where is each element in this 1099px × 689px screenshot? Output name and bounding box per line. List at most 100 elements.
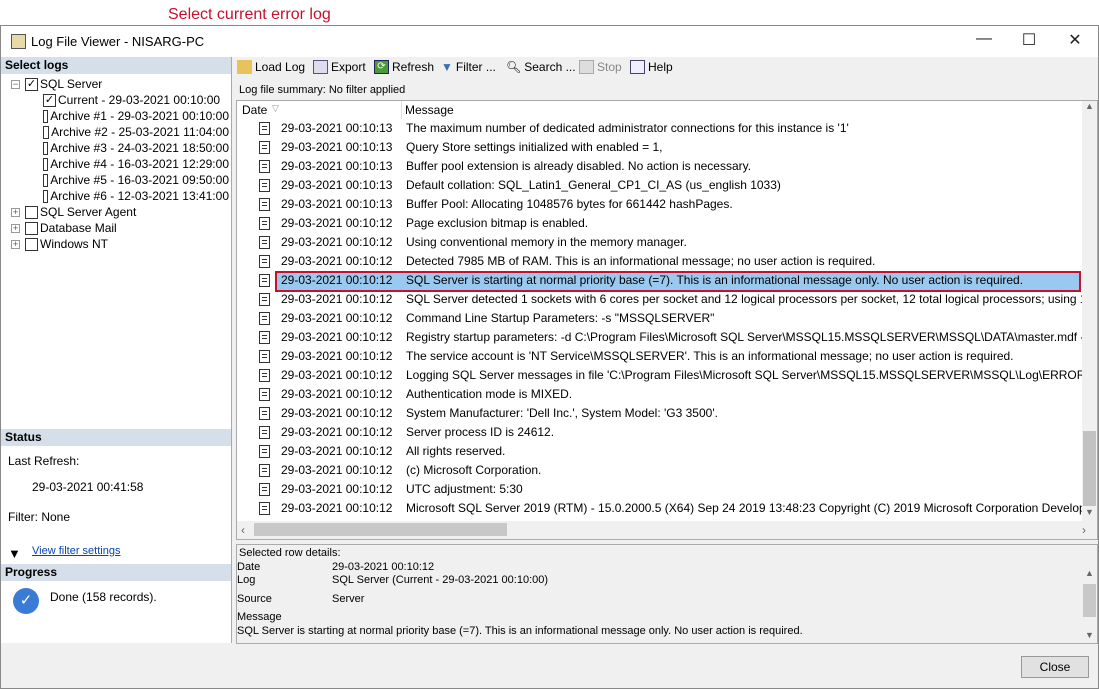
tree-node-archive[interactable]: Archive #5 - 16-03-2021 09:50:00 xyxy=(11,172,229,188)
last-refresh-label: Last Refresh: xyxy=(8,454,80,468)
log-entry-icon xyxy=(259,464,270,477)
log-row[interactable]: 29-03-2021 00:10:13 Default collation: SQ… xyxy=(237,176,1082,195)
detail-message-label: Message xyxy=(237,611,282,623)
checkbox[interactable]: ✓ xyxy=(25,77,38,91)
expand-icon[interactable]: + xyxy=(11,207,20,217)
status-header: Status xyxy=(1,429,231,446)
log-entry-icon xyxy=(259,198,270,211)
stop-icon xyxy=(579,60,594,74)
tree-node[interactable]: + SQL Server Agent xyxy=(11,204,229,220)
log-entry-icon xyxy=(259,141,270,154)
refresh-button[interactable]: ⟳ Refresh xyxy=(374,60,434,74)
load-log-button[interactable]: Load Log xyxy=(237,60,305,74)
export-button[interactable]: Export xyxy=(313,60,366,74)
checkbox[interactable] xyxy=(25,237,38,251)
checkbox[interactable] xyxy=(43,125,50,139)
log-row[interactable]: 29-03-2021 00:10:12 UTC adjustment: 5:30 xyxy=(237,480,1082,499)
log-entry-icon xyxy=(259,350,270,363)
vertical-scroll-thumb[interactable] xyxy=(1083,431,1096,506)
log-entry-icon xyxy=(259,502,270,515)
search-button[interactable]: 🔍︎ Search ... xyxy=(506,60,576,74)
vertical-scrollbar[interactable]: ▲ ▼ xyxy=(1082,101,1097,521)
last-refresh-value: 29-03-2021 00:41:58 xyxy=(32,480,144,494)
log-entry-icon xyxy=(259,293,270,306)
log-grid: Date ▽ Message 29-03-2021 00:10:13 The ma… xyxy=(236,100,1098,540)
log-row[interactable]: 29-03-2021 00:10:13 Query Store settings … xyxy=(237,138,1082,157)
log-entry-icon xyxy=(259,388,270,401)
checkbox[interactable] xyxy=(25,205,38,219)
checkbox[interactable] xyxy=(43,109,49,123)
log-row[interactable]: 29-03-2021 00:10:12 Page exclusion bitmap… xyxy=(237,214,1082,233)
close-window-button[interactable]: ✕ xyxy=(1060,30,1090,50)
tree-node-archive[interactable]: ✓ Current - 29-03-2021 00:10:00 xyxy=(11,92,229,108)
log-row[interactable]: 29-03-2021 00:10:12 All rights reserved. xyxy=(237,442,1082,461)
log-row[interactable]: 29-03-2021 00:10:12 Detected 7985 MB of R… xyxy=(237,252,1082,271)
collapse-icon[interactable]: − xyxy=(11,79,20,89)
selected-row-highlight-box xyxy=(275,271,1081,292)
log-row[interactable]: 29-03-2021 00:10:13 Buffer Pool: Allocati… xyxy=(237,195,1082,214)
search-icon: 🔍︎ xyxy=(506,60,522,74)
checkbox[interactable] xyxy=(43,141,49,155)
help-button[interactable]: Help xyxy=(630,60,673,74)
tree-node[interactable]: − ✓ SQL Server xyxy=(11,76,229,92)
log-row[interactable]: 29-03-2021 00:10:12 (c) Microsoft Corpora… xyxy=(237,461,1082,480)
close-button[interactable]: Close xyxy=(1021,656,1089,678)
log-row[interactable]: 29-03-2021 00:10:12 Registry startup para… xyxy=(237,328,1082,347)
log-entry-icon xyxy=(259,236,270,249)
view-filter-settings-link[interactable]: View filter settings xyxy=(32,545,120,557)
expand-icon[interactable]: + xyxy=(11,223,20,233)
log-row[interactable]: 29-03-2021 00:10:12 Server process ID is … xyxy=(237,423,1082,442)
log-row[interactable]: 29-03-2021 00:10:12 SQL Server detected 1… xyxy=(237,290,1082,309)
checkbox[interactable] xyxy=(25,221,38,235)
log-file-viewer-window: Log File Viewer - NISARG-PC — ☐ ✕ Select… xyxy=(0,25,1099,689)
minimize-button[interactable]: — xyxy=(969,30,999,48)
tree-node-archive[interactable]: Archive #2 - 25-03-2021 11:04:00 xyxy=(11,124,229,140)
log-entry-icon xyxy=(259,274,270,287)
title-bar: Log File Viewer - NISARG-PC — ☐ ✕ xyxy=(1,26,1098,57)
checkbox[interactable] xyxy=(43,157,49,171)
log-row[interactable]: 29-03-2021 00:10:13 The maximum number of… xyxy=(237,119,1082,138)
right-pane: Load Log Export ⟳ Refresh ▼ Filter ... 🔍︎ S… xyxy=(233,57,1099,644)
log-row[interactable]: 29-03-2021 00:10:12 Authentication mode i… xyxy=(237,385,1082,404)
checkbox[interactable]: ✓ xyxy=(43,93,56,107)
refresh-icon: ⟳ xyxy=(374,60,389,74)
grid-header: Date ▽ Message xyxy=(237,101,1082,119)
tree-node-archive[interactable]: Archive #6 - 12-03-2021 13:41:00 xyxy=(11,188,229,204)
filter-status: Filter: None xyxy=(8,510,71,524)
stop-button: Stop xyxy=(579,60,622,74)
log-entry-icon xyxy=(259,445,270,458)
checkbox[interactable] xyxy=(43,189,49,203)
log-row[interactable]: 29-03-2021 00:10:12 Command Line Startup … xyxy=(237,309,1082,328)
checkbox[interactable] xyxy=(43,173,49,187)
details-header: Selected row details: xyxy=(239,547,341,559)
horizontal-scrollbar[interactable]: ‹ › xyxy=(237,521,1097,539)
log-row[interactable]: 29-03-2021 00:10:12 System Manufacturer: … xyxy=(237,404,1082,423)
log-summary: Log file summary: No filter applied xyxy=(239,84,406,96)
selected-row-details: Selected row details: Date 29-03-2021 00:… xyxy=(236,544,1098,644)
column-message[interactable]: Message xyxy=(405,103,454,117)
log-row[interactable]: 29-03-2021 00:10:13 Buffer pool extension… xyxy=(237,157,1082,176)
log-entry-icon xyxy=(259,426,270,439)
details-scrollbar[interactable]: ▲ ▼ xyxy=(1082,568,1097,643)
log-entry-icon xyxy=(259,312,270,325)
log-row[interactable]: 29-03-2021 00:10:12 The service account i… xyxy=(237,347,1082,366)
log-entry-icon xyxy=(259,160,270,173)
column-date[interactable]: Date xyxy=(242,103,267,117)
filter-button[interactable]: ▼ Filter ... xyxy=(441,60,496,74)
folder-icon xyxy=(237,60,252,74)
left-pane: Select logs − ✓ SQL Server ✓ Current - 29-03… xyxy=(1,57,232,643)
tree-node[interactable]: + Windows NT xyxy=(11,236,229,252)
tree-node-archive[interactable]: Archive #1 - 29-03-2021 00:10:00 xyxy=(11,108,229,124)
log-row[interactable]: 29-03-2021 00:10:12 Logging SQL Server me… xyxy=(237,366,1082,385)
help-icon xyxy=(630,60,645,74)
select-logs-header: Select logs xyxy=(1,57,231,74)
tree-node-archive[interactable]: Archive #4 - 16-03-2021 12:29:00 xyxy=(11,156,229,172)
horizontal-scroll-thumb[interactable] xyxy=(254,523,507,536)
expand-icon[interactable]: + xyxy=(11,239,20,249)
log-row[interactable]: 29-03-2021 00:10:12 Using conventional me… xyxy=(237,233,1082,252)
tree-node-archive[interactable]: Archive #3 - 24-03-2021 18:50:00 xyxy=(11,140,229,156)
log-tree: − ✓ SQL Server ✓ Current - 29-03-2021 00:10:… xyxy=(11,76,229,252)
tree-node[interactable]: + Database Mail xyxy=(11,220,229,236)
maximize-button[interactable]: ☐ xyxy=(1014,30,1044,50)
log-row[interactable]: 29-03-2021 00:10:12 Microsoft SQL Server … xyxy=(237,499,1082,518)
